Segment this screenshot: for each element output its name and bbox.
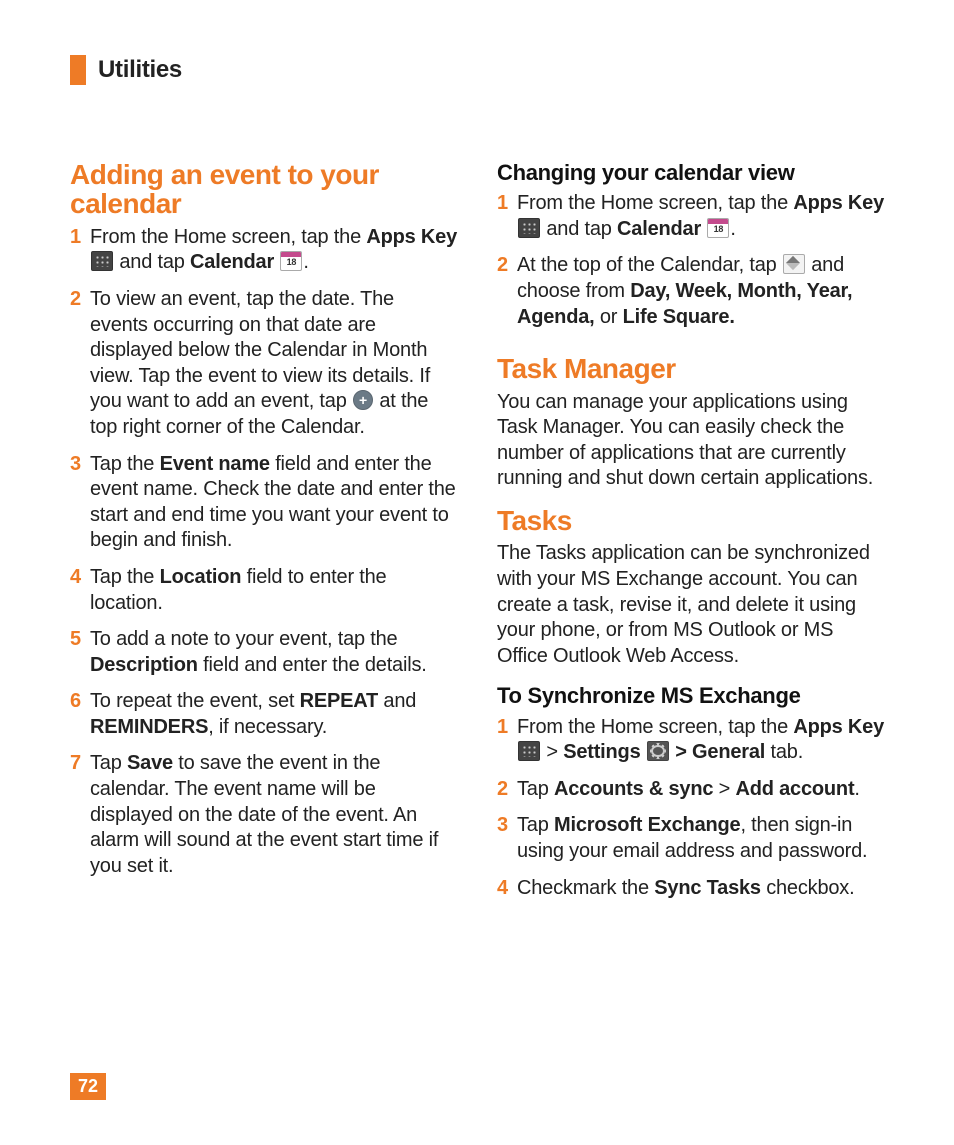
step-text: tab. — [765, 741, 803, 763]
page-header: Utilities — [70, 55, 884, 85]
apps-key-icon — [518, 741, 540, 761]
step-item: To view an event, tap the date. The even… — [70, 287, 457, 441]
step-text: From the Home screen, tap the — [90, 226, 366, 248]
reminders-label: REMINDERS — [90, 716, 208, 738]
step-text: At the top of the Calendar, tap — [517, 254, 782, 276]
heading-adding-event: Adding an event to your calendar — [70, 160, 457, 219]
left-column: Adding an event to your calendar From th… — [70, 160, 457, 917]
heading-tasks: Tasks — [497, 506, 884, 535]
paragraph-task-manager: You can manage your applications using T… — [497, 390, 884, 492]
add-account-label: Add account — [736, 778, 855, 800]
step-item: From the Home screen, tap the Apps Key a… — [497, 191, 884, 242]
content-columns: Adding an event to your calendar From th… — [70, 160, 884, 917]
step-text: Checkmark the — [517, 877, 654, 899]
header-title: Utilities — [98, 56, 182, 84]
step-item: From the Home screen, tap the Apps Key >… — [497, 715, 884, 766]
step-text: checkbox. — [761, 877, 855, 899]
step-text: and tap — [114, 251, 190, 273]
paragraph-tasks: The Tasks application can be synchronize… — [497, 541, 884, 669]
step-item: Tap the Location field to enter the loca… — [70, 565, 457, 616]
step-text: Tap — [517, 778, 554, 800]
step-text: or — [595, 306, 623, 328]
calendar-label: Calendar — [617, 218, 701, 240]
step-text: > — [541, 741, 563, 763]
event-name-label: Event name — [160, 453, 270, 475]
step-text: To repeat the event, set — [90, 690, 300, 712]
header-accent-bar — [70, 55, 86, 85]
settings-label: Settings — [563, 741, 640, 763]
calendar-label: Calendar — [190, 251, 274, 273]
apps-key-label: Apps Key — [793, 716, 884, 738]
right-column: Changing your calendar view From the Hom… — [497, 160, 884, 917]
apps-key-label: Apps Key — [793, 192, 884, 214]
step-text: . — [854, 778, 859, 800]
description-label: Description — [90, 654, 198, 676]
step-item: At the top of the Calendar, tap and choo… — [497, 253, 884, 330]
step-text: , if necessary. — [208, 716, 327, 738]
step-text: From the Home screen, tap the — [517, 192, 793, 214]
step-item: Tap Accounts & sync > Add account. — [497, 777, 884, 803]
heading-sync-exchange: To Synchronize MS Exchange — [497, 683, 884, 708]
ms-exchange-label: Microsoft Exchange — [554, 814, 740, 836]
heading-change-view: Changing your calendar view — [497, 160, 884, 185]
step-text: Tap the — [90, 453, 160, 475]
step-text: and tap — [541, 218, 617, 240]
step-item: To add a note to your event, tap the Des… — [70, 627, 457, 678]
heading-task-manager: Task Manager — [497, 354, 884, 383]
step-item: Tap Save to save the event in the calend… — [70, 751, 457, 879]
step-text: and — [378, 690, 416, 712]
step-text: To add a note to your event, tap the — [90, 628, 397, 650]
save-label: Save — [127, 752, 173, 774]
step-item: Tap Microsoft Exchange, then sign-in usi… — [497, 813, 884, 864]
step-item: From the Home screen, tap the Apps Key a… — [70, 225, 457, 276]
edit-view-icon — [783, 254, 805, 274]
steps-change-view: From the Home screen, tap the Apps Key a… — [497, 191, 884, 330]
step-text: . — [730, 218, 735, 240]
step-item: To repeat the event, set REPEAT and REMI… — [70, 689, 457, 740]
repeat-label: REPEAT — [300, 690, 378, 712]
steps-adding-event: From the Home screen, tap the Apps Key a… — [70, 225, 457, 880]
steps-sync-exchange: From the Home screen, tap the Apps Key >… — [497, 715, 884, 902]
general-tab-label: > General — [670, 741, 765, 763]
manual-page: Utilities Adding an event to your calend… — [0, 0, 954, 1145]
page-number: 72 — [70, 1073, 106, 1100]
apps-key-icon — [91, 251, 113, 271]
step-text: . — [303, 251, 308, 273]
sync-tasks-label: Sync Tasks — [654, 877, 761, 899]
add-event-icon — [353, 390, 373, 410]
calendar-icon — [707, 218, 729, 238]
step-text: Tap — [517, 814, 554, 836]
step-text: Tap the — [90, 566, 160, 588]
calendar-icon — [280, 251, 302, 271]
life-square-label: Life Square. — [623, 306, 735, 328]
settings-icon — [647, 741, 669, 761]
apps-key-label: Apps Key — [366, 226, 457, 248]
step-text: Tap — [90, 752, 127, 774]
step-text: From the Home screen, tap the — [517, 716, 793, 738]
location-label: Location — [160, 566, 242, 588]
step-item: Tap the Event name field and enter the e… — [70, 452, 457, 554]
step-text: > — [713, 778, 735, 800]
step-item: Checkmark the Sync Tasks checkbox. — [497, 876, 884, 902]
step-text: field and enter the details. — [198, 654, 427, 676]
apps-key-icon — [518, 218, 540, 238]
accounts-sync-label: Accounts & sync — [554, 778, 713, 800]
